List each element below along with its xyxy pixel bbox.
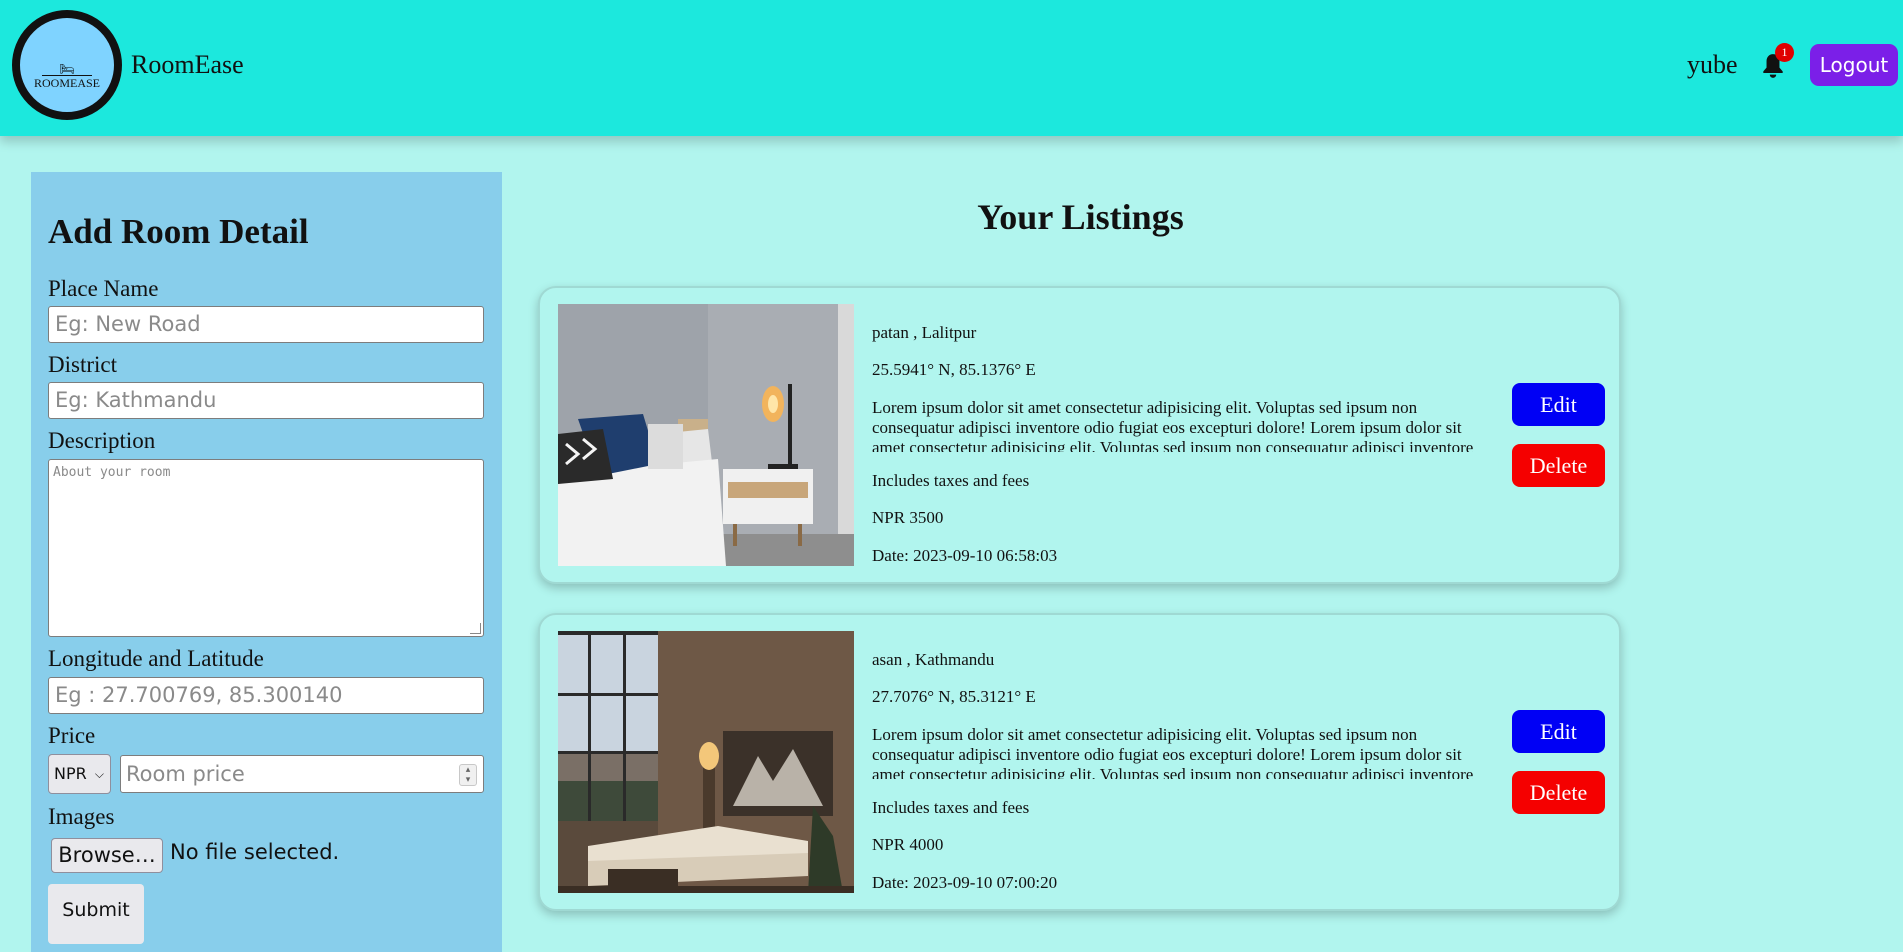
- logo-text: ROOMEASE: [33, 76, 100, 90]
- place-name-label: Place Name: [48, 276, 159, 301]
- logo-face: 🛏 ROOMEASE: [20, 18, 114, 112]
- form-title: Add Room Detail: [48, 212, 309, 251]
- listing-description: Lorem ipsum dolor sit amet consectetur a…: [872, 398, 1474, 452]
- listing-coords: 27.7076° N, 85.3121° E: [872, 687, 1036, 706]
- edit-button[interactable]: Edit: [1512, 383, 1605, 426]
- listing-price: NPR 4000: [872, 835, 944, 854]
- price-input[interactable]: Room price ▴ ▾: [120, 755, 484, 793]
- listing-price: NPR 3500: [872, 508, 944, 527]
- listing-location: patan , Lalitpur: [872, 323, 977, 342]
- district-label: District: [48, 352, 117, 377]
- submit-button[interactable]: Submit: [48, 884, 144, 944]
- listing-tax-note: Includes taxes and fees: [872, 471, 1030, 490]
- listing-date: Date: 2023-09-10 07:00:20: [872, 873, 1058, 892]
- brand-name[interactable]: RoomEase: [131, 50, 244, 80]
- delete-button[interactable]: Delete: [1512, 444, 1605, 487]
- add-room-form: Add Room Detail Place Name Eg: New Road …: [31, 172, 502, 952]
- notification-badge: 1: [1775, 43, 1794, 62]
- images-label: Images: [48, 804, 115, 829]
- description-placeholder: About your room: [53, 465, 171, 480]
- listing-image-bedroom: [558, 304, 854, 566]
- edit-button[interactable]: Edit: [1512, 710, 1605, 753]
- coords-input[interactable]: Eg : 27.700769, 85.300140: [48, 677, 484, 714]
- listing-description: Lorem ipsum dolor sit amet consectetur a…: [872, 725, 1474, 779]
- top-navbar: 🛏 ROOMEASE RoomEase yube 1 Logout: [0, 0, 1903, 136]
- price-placeholder: Room price: [126, 762, 245, 786]
- listing-tax-note: Includes taxes and fees: [872, 798, 1030, 817]
- currency-select[interactable]: NPR ⌵: [48, 754, 111, 794]
- delete-button[interactable]: Delete: [1512, 771, 1605, 814]
- listing-card: asan , Kathmandu 27.7076° N, 85.3121° E …: [538, 613, 1621, 911]
- district-input[interactable]: Eg: Kathmandu: [48, 382, 484, 419]
- listing-location: asan , Kathmandu: [872, 650, 995, 669]
- logout-button[interactable]: Logout: [1810, 44, 1898, 86]
- listings-title: Your Listings: [977, 197, 1184, 237]
- description-textarea[interactable]: About your room: [48, 459, 484, 637]
- browse-button[interactable]: Browse…: [51, 838, 163, 873]
- resize-handle-icon[interactable]: [470, 623, 481, 634]
- coords-label: Longitude and Latitude: [48, 646, 264, 671]
- username[interactable]: yube: [1687, 50, 1738, 80]
- file-status: No file selected.: [170, 840, 340, 864]
- description-label: Description: [48, 428, 156, 453]
- roomease-logo[interactable]: 🛏 ROOMEASE: [12, 10, 122, 120]
- listing-card: patan , Lalitpur 25.5941° N, 85.1376° E …: [538, 286, 1621, 584]
- currency-value: NPR: [54, 764, 87, 783]
- place-name-input[interactable]: Eg: New Road: [48, 306, 484, 343]
- listing-coords: 25.5941° N, 85.1376° E: [872, 360, 1036, 379]
- listing-image-living-room: [558, 631, 854, 893]
- listing-date: Date: 2023-09-10 06:58:03: [872, 546, 1058, 565]
- chevron-down-icon: ⌵: [94, 767, 104, 781]
- number-spinner[interactable]: ▴ ▾: [459, 764, 477, 786]
- price-label: Price: [48, 723, 96, 748]
